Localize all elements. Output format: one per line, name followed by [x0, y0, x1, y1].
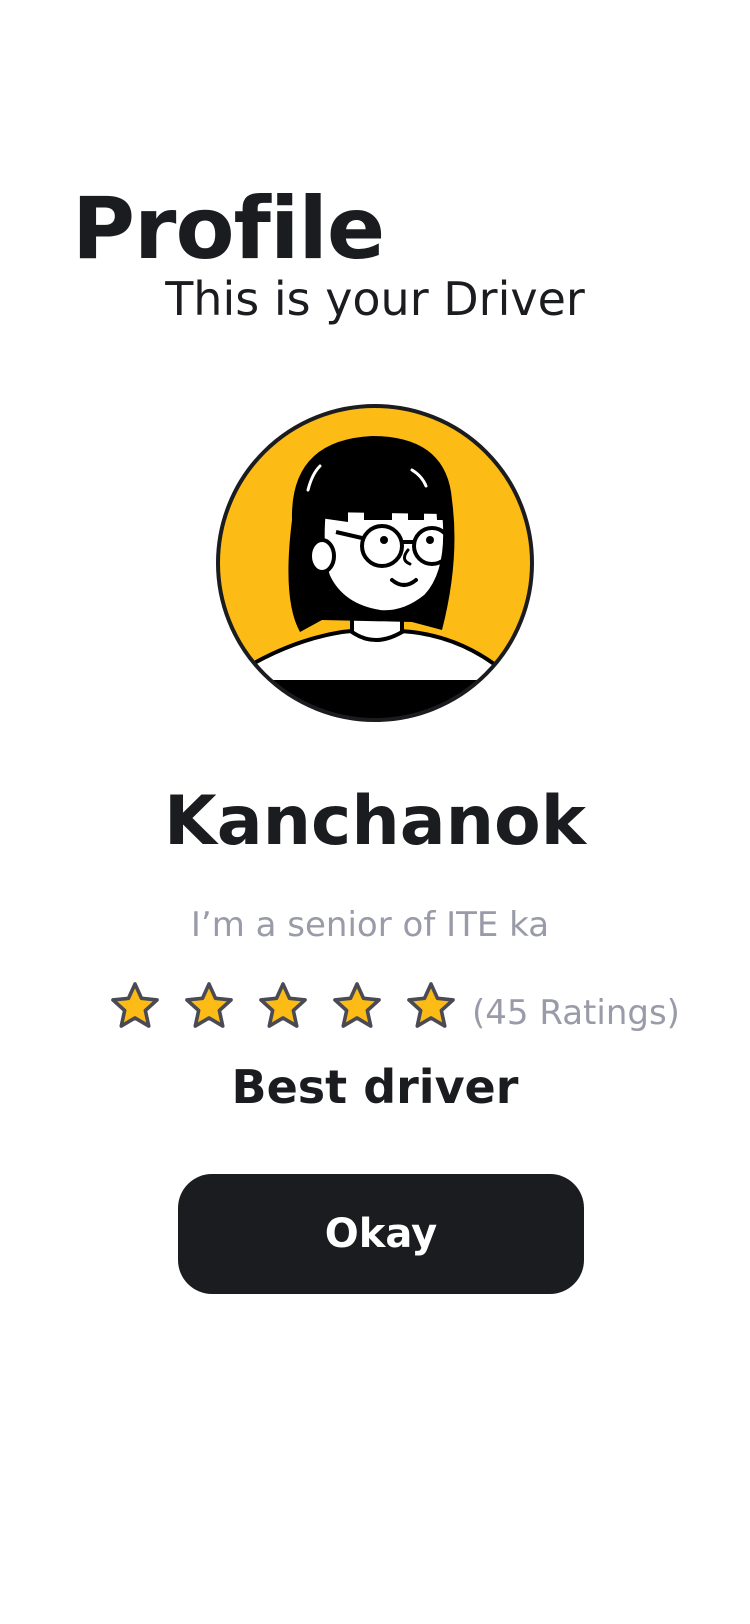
- rating-row: (45 Ratings): [108, 978, 680, 1034]
- driver-badge: Best driver: [231, 1060, 519, 1114]
- star-icon: [259, 982, 307, 1028]
- star-icon: [185, 982, 233, 1028]
- star-icon: [333, 982, 381, 1028]
- okay-button[interactable]: Okay: [178, 1174, 584, 1294]
- driver-bio: I’m a senior of ITE ka: [190, 905, 550, 945]
- page-subtitle: This is your Driver: [165, 272, 585, 326]
- driver-name: Kanchanok: [164, 782, 586, 861]
- star-icon: [407, 982, 455, 1028]
- star-icon: [111, 982, 159, 1028]
- page-title: Profile: [72, 178, 385, 279]
- driver-avatar: [216, 404, 534, 722]
- ratings-count: (45 Ratings): [472, 993, 680, 1033]
